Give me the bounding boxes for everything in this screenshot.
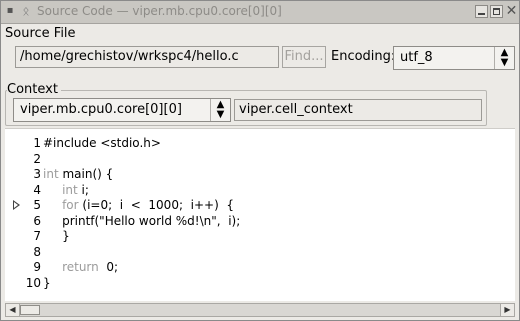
- code-token: i;: [77, 182, 89, 197]
- find-button[interactable]: Find...: [282, 46, 326, 68]
- line-number: 4: [33, 182, 41, 197]
- window-menu-icon[interactable]: ▪: [5, 6, 15, 16]
- code-token: (i=0; i < 1000; i++) {: [78, 198, 235, 212]
- current-line-marker-icon: [13, 200, 20, 210]
- code-token: printf("Hello world %d!\n", i);: [43, 213, 241, 228]
- scroll-left-icon[interactable]: ◀: [6, 304, 20, 316]
- encoding-select[interactable]: utf_8 ▲ ▼: [393, 46, 515, 70]
- code-token: #include <stdio.h>: [43, 136, 161, 150]
- code-line[interactable]: 5 for (i=0; i < 1000; i++) {: [5, 199, 505, 212]
- context-select[interactable]: viper.mb.cpu0.core[0][0] ▲ ▼: [13, 98, 231, 122]
- code-text: for (i=0; i < 1000; i++) {: [43, 199, 234, 212]
- code-line[interactable]: 4 int i;: [5, 182, 505, 197]
- spin-arrows-icon[interactable]: ▲ ▼: [494, 47, 514, 69]
- code-line[interactable]: 3 int main() {: [5, 168, 505, 181]
- keyword-token: int: [43, 167, 59, 181]
- context-value-field[interactable]: viper.cell_context: [234, 99, 482, 121]
- app-icon: ᛟ: [22, 4, 30, 18]
- line-number: 10: [25, 275, 41, 290]
- code-line[interactable]: 9 return 0;: [5, 261, 505, 274]
- code-token: main() {: [58, 167, 114, 181]
- code-text: }: [43, 230, 70, 243]
- context-selected: viper.mb.cpu0.core[0][0]: [20, 102, 182, 117]
- horizontal-scrollbar[interactable]: ◀ ▶: [5, 303, 515, 317]
- code-text: printf("Hello world %d!\n", i);: [43, 213, 241, 228]
- maximize-icon[interactable]: [490, 5, 503, 18]
- code-line[interactable]: 6 printf("Hello world %d!\n", i);: [5, 213, 505, 228]
- code-token: }: [43, 275, 51, 290]
- code-line[interactable]: 10}: [5, 275, 505, 290]
- keyword-token: int: [43, 182, 78, 197]
- line-number: 9: [33, 260, 41, 274]
- keyword-token: for: [43, 198, 79, 212]
- source-path-field[interactable]: /home/grechistov/wrkspc4/hello.c: [15, 46, 279, 68]
- context-label: Context: [7, 82, 61, 98]
- line-number: 6: [33, 213, 41, 228]
- code-token: }: [43, 229, 70, 243]
- line-number: 3: [33, 167, 41, 181]
- source-code-view[interactable]: 1 #include <stdio.h> 2 3 int main() {4 int i…: [5, 128, 515, 301]
- code-text: }: [43, 275, 51, 290]
- encoding-value: utf_8: [400, 50, 433, 65]
- line-number: 7: [33, 229, 41, 243]
- code-text: return 0;: [43, 261, 118, 274]
- title-bar[interactable]: ▪ ᛟ Source Code — viper.mb.cpu0.core[0][…: [1, 1, 519, 24]
- code-text: #include <stdio.h>: [43, 137, 161, 150]
- line-number: 5: [33, 198, 41, 212]
- minimize-icon[interactable]: [475, 5, 488, 18]
- line-number: 8: [33, 244, 41, 259]
- code-text: int main() {: [43, 168, 113, 181]
- line-number: 1: [33, 136, 41, 150]
- encoding-label: Encoding:: [331, 49, 396, 64]
- code-line[interactable]: 2: [5, 151, 505, 166]
- scroll-right-icon[interactable]: ▶: [500, 304, 514, 316]
- code-text: int i;: [43, 182, 89, 197]
- code-line[interactable]: 7 }: [5, 230, 505, 243]
- window-title: Source Code — viper.mb.cpu0.core[0][0]: [37, 4, 282, 18]
- close-icon[interactable]: ✕: [505, 4, 518, 18]
- scrollbar-thumb[interactable]: [20, 305, 40, 315]
- code-token: 0;: [98, 260, 119, 274]
- source-code-window: ▪ ᛟ Source Code — viper.mb.cpu0.core[0][…: [0, 0, 520, 321]
- source-file-label: Source File: [5, 26, 76, 41]
- line-number: 2: [33, 151, 41, 166]
- code-line[interactable]: 8: [5, 244, 505, 259]
- keyword-token: return: [43, 260, 99, 274]
- code-line[interactable]: 1 #include <stdio.h>: [5, 137, 505, 150]
- spin-arrows-icon[interactable]: ▲ ▼: [210, 99, 230, 121]
